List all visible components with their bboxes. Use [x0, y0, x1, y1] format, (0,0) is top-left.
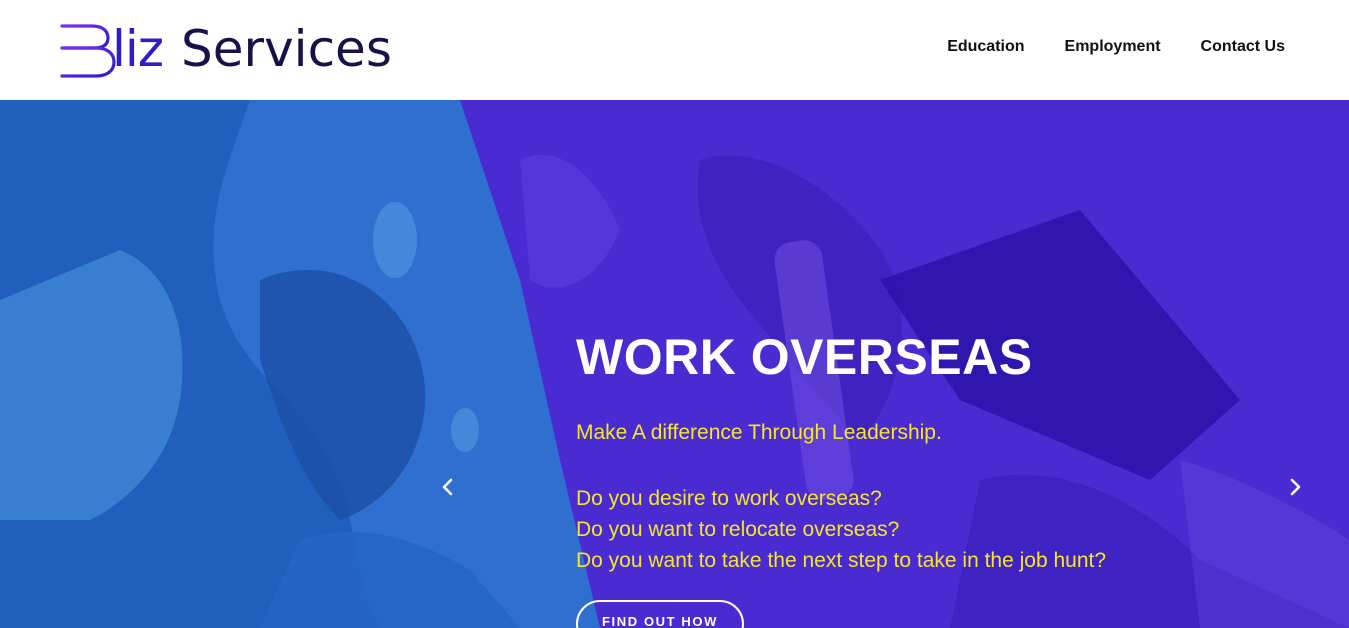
hero-content: WORK OVERSEAS Make A difference Through … [576, 332, 1276, 576]
hero-title: WORK OVERSEAS [576, 329, 1033, 385]
hero-questions: Do you desire to work overseas? Do you w… [576, 483, 1276, 576]
find-out-how-button[interactable]: FIND OUT HOW [576, 600, 744, 628]
chevron-right-icon [1290, 478, 1301, 496]
nav-contact-us[interactable]: Contact Us [1201, 38, 1285, 56]
book-stack-b-icon [60, 24, 116, 78]
site-header: liz Services Education Employment Contac… [0, 0, 1349, 100]
hero-question: Do you desire to work overseas? [576, 487, 882, 511]
nav-education[interactable]: Education [947, 38, 1024, 56]
main-nav: Education Employment Contact Us [947, 38, 1285, 56]
site-logo[interactable]: liz Services [60, 18, 392, 82]
nav-employment[interactable]: Employment [1065, 38, 1161, 56]
logo-text-services: Services [181, 20, 392, 78]
slider-next-button[interactable] [1283, 475, 1307, 499]
hero-tagline: Make A difference Through Leadership. [576, 421, 942, 444]
chevron-left-icon [442, 478, 453, 496]
logo-text-tail: liz [112, 20, 164, 78]
hero-slider: WORK OVERSEAS Make A difference Through … [0, 100, 1349, 628]
hero-question: Do you want to relocate overseas? [576, 518, 900, 542]
hero-question: Do you want to take the next step to tak… [576, 549, 1107, 573]
slider-prev-button[interactable] [436, 475, 460, 499]
